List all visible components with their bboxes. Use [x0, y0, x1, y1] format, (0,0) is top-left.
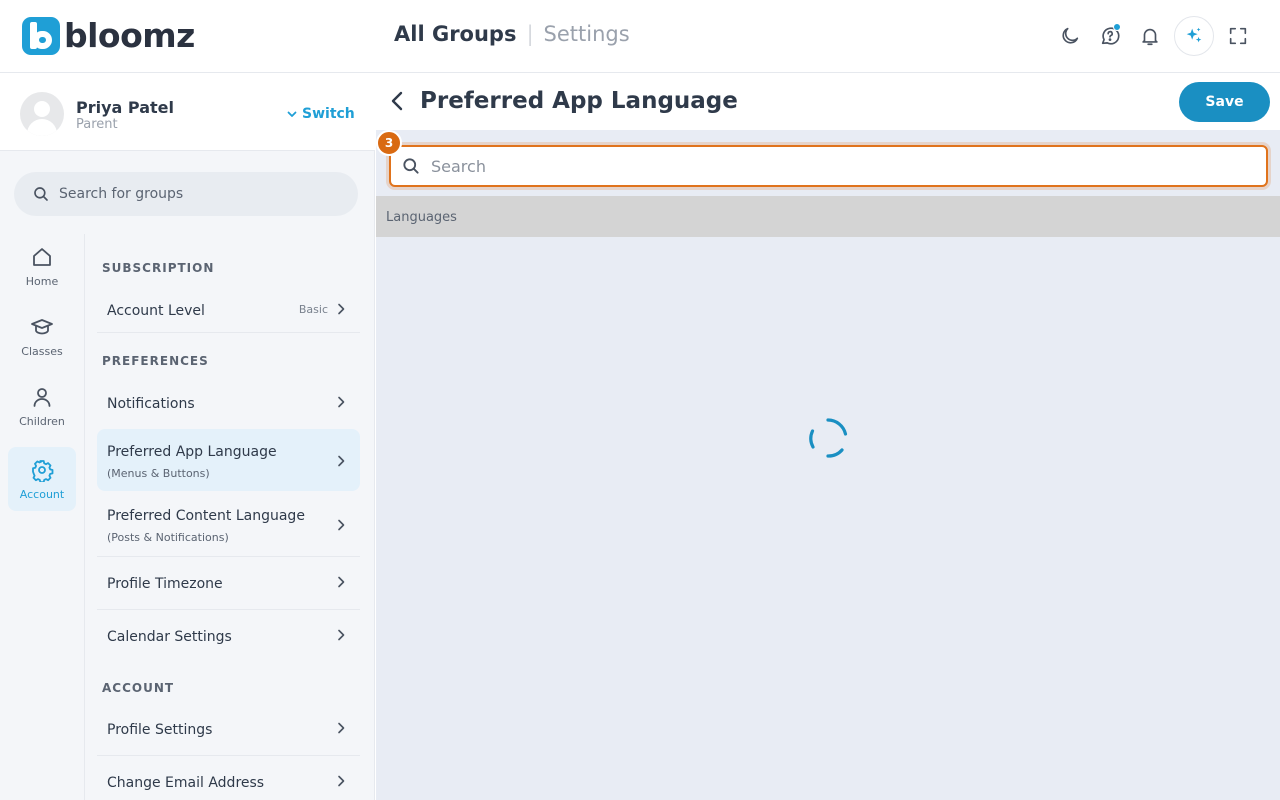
menu-item-label: Calendar Settings: [107, 629, 232, 645]
menu-item-label: Notifications: [107, 396, 195, 412]
menu-item-sublabel: (Posts & Notifications): [107, 531, 229, 544]
chevron-down-icon: [287, 111, 297, 117]
breadcrumb: All Groups | Settings: [394, 22, 630, 46]
menu-item-profile-timezone[interactable]: Profile Timezone: [97, 557, 360, 610]
avatar[interactable]: [20, 92, 64, 136]
switch-label: Switch: [302, 106, 355, 122]
group-search-placeholder: Search for groups: [59, 186, 184, 202]
language-search-field[interactable]: [389, 145, 1268, 187]
profile-name: Priya Patel: [76, 98, 174, 117]
menu-item-label: Account Level: [107, 303, 205, 319]
rail-label: Account: [19, 487, 65, 501]
menu-item-change-email[interactable]: Change Email Address: [97, 756, 360, 800]
languages-header-label: Languages: [386, 210, 457, 225]
loading-spinner-icon: [809, 418, 848, 458]
graduation-cap-icon: [31, 318, 53, 334]
section-title-subscription: SUBSCRIPTION: [102, 261, 215, 275]
back-arrow-icon[interactable]: [390, 90, 404, 112]
chevron-right-icon: [338, 519, 345, 531]
section-title-account: ACCOUNT: [102, 681, 175, 695]
menu-item-label: Change Email Address: [107, 775, 265, 791]
breadcrumb-all-groups[interactable]: All Groups: [394, 22, 516, 46]
switch-profile-button[interactable]: Switch: [286, 106, 355, 122]
help-button[interactable]: [1090, 16, 1130, 56]
page-header: Preferred App Language Save: [376, 74, 1280, 130]
menu-item-preferred-app-language[interactable]: Preferred App Language (Menus & Buttons): [97, 429, 360, 491]
rail-item-account[interactable]: Account: [8, 447, 76, 511]
language-search-input[interactable]: [431, 156, 1231, 176]
notifications-button[interactable]: [1130, 16, 1170, 56]
ai-sparkle-icon: [1186, 27, 1202, 43]
fullscreen-icon: [1229, 27, 1247, 45]
breadcrumb-separator: |: [526, 22, 534, 46]
dark-mode-button[interactable]: [1050, 16, 1090, 56]
profile-role: Parent: [76, 117, 118, 132]
menu-item-profile-settings[interactable]: Profile Settings: [97, 704, 360, 756]
breadcrumb-settings: Settings: [543, 22, 630, 46]
chevron-right-icon: [338, 576, 345, 588]
menu-item-sublabel: (Menus & Buttons): [107, 467, 210, 480]
save-button[interactable]: Save: [1179, 82, 1270, 122]
menu-item-label: Profile Settings: [107, 722, 213, 738]
rail-label: Children: [19, 414, 65, 428]
chevron-right-icon: [338, 396, 345, 408]
chevron-right-icon: [338, 775, 345, 787]
help-notification-dot: [1113, 23, 1121, 31]
languages-list-header: Languages: [376, 196, 1280, 237]
rail-label: Classes: [21, 344, 63, 358]
gear-icon: [32, 459, 54, 482]
menu-item-label: Profile Timezone: [107, 576, 223, 592]
section-title-preferences: PREFERENCES: [102, 354, 209, 368]
group-search-input[interactable]: Search for groups: [14, 172, 358, 216]
moon-icon: [1062, 27, 1079, 44]
settings-menu: SUBSCRIPTION Account Level Basic PREFERE…: [86, 234, 374, 800]
header-actions: [1050, 16, 1258, 56]
search-icon: [403, 158, 419, 174]
account-level-value: Basic: [298, 303, 328, 316]
bell-icon: [1142, 28, 1158, 46]
person-icon: [33, 387, 51, 407]
menu-item-notifications[interactable]: Notifications: [97, 379, 360, 426]
menu-item-label: Preferred App Language: [107, 444, 277, 460]
chevron-right-icon: [338, 303, 345, 315]
top-bar: bloomz All Groups | Settings: [0, 0, 1280, 73]
step-badge: 3: [376, 130, 402, 156]
search-icon: [34, 187, 48, 201]
chevron-right-icon: [338, 629, 345, 641]
rail-item-home[interactable]: Home: [8, 234, 76, 298]
logo-badge-icon: [22, 17, 60, 55]
nav-rail: Home Classes Children Account: [0, 234, 85, 800]
rail-item-classes[interactable]: Classes: [8, 304, 76, 368]
rail-label: Home: [25, 274, 59, 288]
bloomz-logo[interactable]: bloomz: [22, 16, 195, 56]
rail-item-children[interactable]: Children: [8, 374, 76, 438]
logo-text: bloomz: [64, 16, 195, 55]
language-panel: Languages: [376, 130, 1280, 800]
chevron-right-icon: [338, 455, 345, 467]
profile-panel: Priya Patel Parent Switch: [0, 74, 375, 151]
fullscreen-button[interactable]: [1218, 16, 1258, 56]
menu-item-preferred-content-language[interactable]: Preferred Content Language (Posts & Noti…: [97, 493, 360, 557]
menu-item-account-level[interactable]: Account Level Basic: [97, 286, 360, 333]
home-icon: [33, 247, 51, 266]
chevron-right-icon: [338, 722, 345, 734]
ai-assistant-button[interactable]: [1174, 16, 1214, 56]
menu-item-label: Preferred Content Language: [107, 508, 305, 524]
menu-item-calendar-settings[interactable]: Calendar Settings: [97, 610, 360, 663]
page-title: Preferred App Language: [420, 88, 738, 114]
